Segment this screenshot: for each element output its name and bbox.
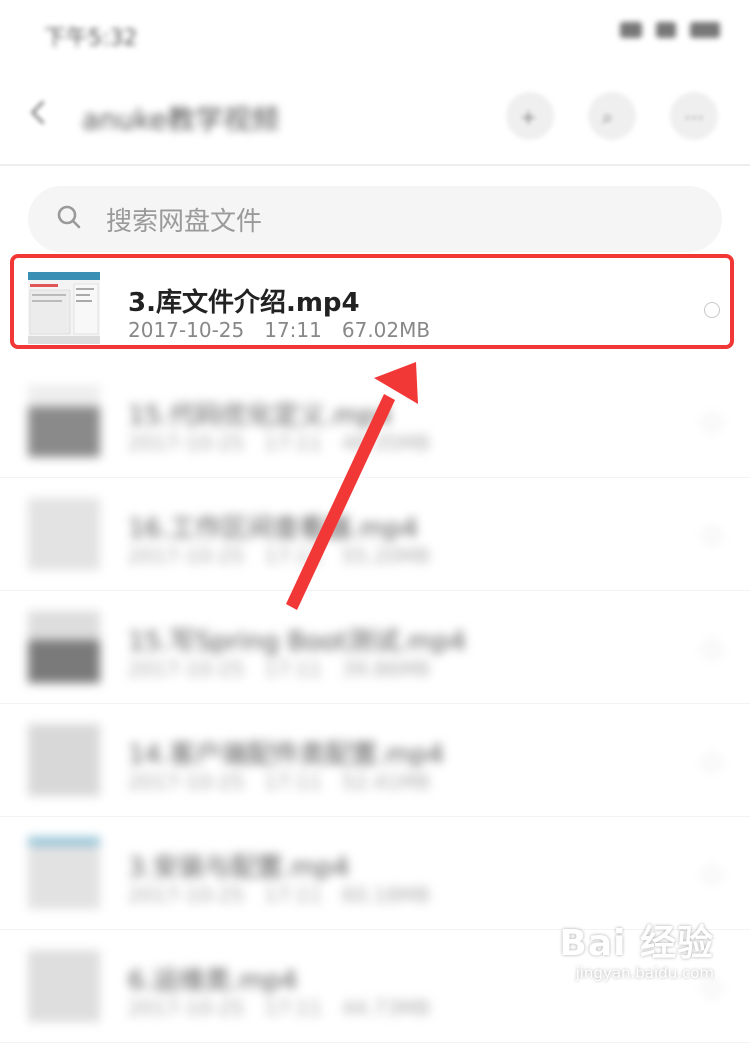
- file-date: 2017-10-25: [128, 431, 245, 455]
- select-checkbox[interactable]: [704, 415, 720, 431]
- file-size: 52.41MB: [341, 770, 431, 794]
- search-icon: [57, 205, 81, 229]
- file-name: 16.工作区间查看器.mp4: [128, 514, 418, 544]
- file-name: 3.安装与配置.mp4: [128, 853, 350, 883]
- file-meta: 2017-10-25 17:11 39.86MB: [128, 657, 450, 681]
- select-checkbox[interactable]: [704, 754, 720, 770]
- file-name: 6.运维类.mp4: [128, 966, 298, 996]
- file-size: 55.20MB: [341, 544, 431, 568]
- file-row-selected[interactable]: 3.库文件介绍.mp4 2017-10-25 17:11 67.02MB: [0, 252, 750, 365]
- file-date: 2017-10-25: [128, 544, 245, 568]
- status-icons: [620, 22, 720, 38]
- file-time: 17:11: [264, 544, 322, 568]
- add-button[interactable]: +: [506, 92, 554, 140]
- file-name: 15.代码优化定义.mp4: [128, 401, 392, 431]
- file-date: 2017-10-25: [128, 657, 245, 681]
- add-icon: +: [520, 105, 537, 129]
- select-checkbox[interactable]: [704, 641, 720, 657]
- video-thumbnail: [28, 724, 100, 796]
- folder-title: anuke教学视频: [82, 103, 280, 136]
- file-row[interactable]: 14.客户端配件类配置.mp4 2017-10-25 17:11 52.41MB: [0, 704, 750, 817]
- file-date: 2017-10-25: [128, 883, 245, 907]
- video-thumbnail: [28, 498, 100, 570]
- wifi-icon: [656, 22, 676, 38]
- video-thumbnail: [28, 611, 100, 683]
- top-search-button[interactable]: ⌕: [588, 92, 636, 140]
- watermark-brand: Bai 经验: [559, 923, 714, 964]
- file-meta: 2017-10-25 17:11 48.35MB: [128, 431, 450, 455]
- signal-icon: [620, 22, 642, 38]
- select-checkbox[interactable]: [704, 980, 720, 996]
- file-time: 17:11: [264, 883, 322, 907]
- file-meta: 2017-10-25 17:11 67.02MB: [128, 318, 450, 342]
- baidu-watermark: Bai 经验 jingyan.baidu.com: [559, 914, 714, 982]
- more-icon: ⋯: [684, 105, 704, 129]
- back-arrow-icon[interactable]: [30, 100, 55, 125]
- search-placeholder: 搜索网盘文件: [106, 207, 263, 237]
- search-bar[interactable]: 搜索网盘文件: [28, 186, 722, 252]
- file-time: 17:11: [264, 431, 322, 455]
- file-meta: 2017-10-25 17:11 52.41MB: [128, 770, 450, 794]
- search-icon: ⌕: [602, 105, 614, 129]
- more-button[interactable]: ⋯: [670, 92, 718, 140]
- video-thumbnail: [28, 272, 100, 344]
- file-row[interactable]: 16.工作区间查看器.mp4 2017-10-25 17:11 55.20MB: [0, 478, 750, 591]
- select-checkbox[interactable]: [704, 867, 720, 883]
- file-time: 17:11: [264, 770, 322, 794]
- select-checkbox[interactable]: [704, 302, 720, 318]
- select-checkbox[interactable]: [704, 528, 720, 544]
- status-bar: 下午5:32: [0, 0, 750, 66]
- video-thumbnail: [28, 950, 100, 1022]
- status-time: 下午5:32: [44, 26, 138, 51]
- file-time: 17:11: [264, 318, 322, 342]
- file-name: 15.写Spring Boot测试.mp4: [128, 627, 467, 657]
- file-time: 17:11: [264, 657, 322, 681]
- file-size: 48.35MB: [341, 431, 431, 455]
- video-thumbnail: [28, 385, 100, 457]
- file-row[interactable]: 15.写Spring Boot测试.mp4 2017-10-25 17:11 39.…: [0, 591, 750, 704]
- file-size: 67.02MB: [341, 318, 431, 342]
- file-size: 60.18MB: [341, 883, 431, 907]
- file-date: 2017-10-25: [128, 770, 245, 794]
- file-name: 3.库文件介绍.mp4: [128, 288, 360, 318]
- battery-icon: [690, 22, 720, 38]
- file-size: 39.86MB: [341, 657, 431, 681]
- video-thumbnail: [28, 837, 100, 909]
- top-bar: anuke教学视频 + ⌕ ⋯: [0, 66, 750, 166]
- file-meta: 2017-10-25 17:11 60.18MB: [128, 883, 450, 907]
- file-name: 14.客户端配件类配置.mp4: [128, 740, 444, 770]
- file-row[interactable]: 15.代码优化定义.mp4 2017-10-25 17:11 48.35MB: [0, 365, 750, 478]
- file-meta: 2017-10-25 17:11 55.20MB: [128, 544, 450, 568]
- watermark-site: jingyan.baidu.com: [575, 964, 714, 982]
- file-date: 2017-10-25: [128, 318, 245, 342]
